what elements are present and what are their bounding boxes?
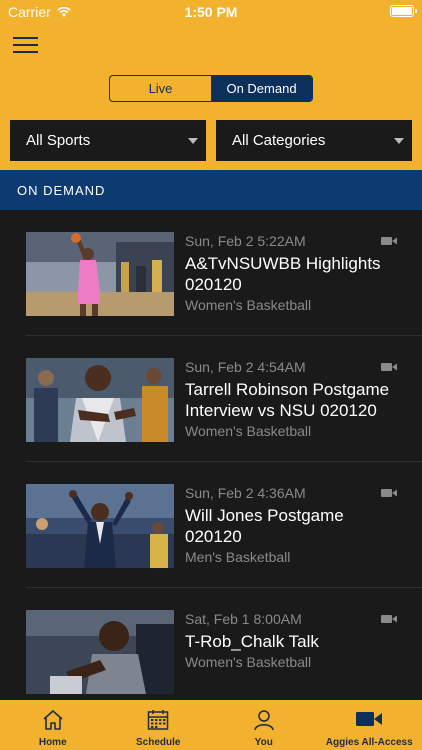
tab-label: Schedule <box>136 737 181 748</box>
live-on-demand-toggle: Live On Demand <box>109 75 313 102</box>
video-thumbnail <box>26 610 174 694</box>
tab-label: Aggies All-Access <box>325 737 413 748</box>
video-date: Sat, Feb 1 8:00AM <box>185 611 302 627</box>
sports-filter-value: All Sports <box>26 132 91 149</box>
caret-down-icon <box>394 138 404 144</box>
video-category: Women's Basketball <box>185 654 312 670</box>
person-icon <box>254 710 274 731</box>
video-title: Tarrell Robinson Postgame Interview vs N… <box>185 380 390 420</box>
video-category: Women's Basketball <box>185 423 312 439</box>
video-camera-icon <box>381 237 397 245</box>
tab-label: Home <box>38 737 67 748</box>
segment-live[interactable]: Live <box>110 76 211 101</box>
status-time: 1:50 PM <box>184 4 238 20</box>
section-title: ON DEMAND <box>17 182 106 198</box>
video-list-item[interactable]: Sun, Feb 2 5:22AM A&TvNSUWBB Highlights … <box>0 210 422 336</box>
calendar-icon <box>148 710 169 730</box>
caret-down-icon <box>188 138 198 144</box>
section-header: ON DEMAND <box>0 170 422 210</box>
video-camera-icon <box>381 363 397 371</box>
video-date: Sun, Feb 2 4:54AM <box>185 359 306 375</box>
tab-bar: Home Schedule You Aggies All-Access <box>0 700 422 750</box>
video-camera-icon <box>381 489 397 497</box>
video-title: A&TvNSUWBB Highlights 020120 <box>185 254 381 294</box>
tab-schedule[interactable]: Schedule <box>106 700 212 750</box>
video-list-item[interactable]: Sun, Feb 2 4:54AM Tarrell Robinson Postg… <box>0 336 422 462</box>
status-bar: Carrier 1:50 PM <box>0 0 422 24</box>
video-date: Sun, Feb 2 5:22AM <box>185 233 306 249</box>
tab-label: You <box>254 737 273 748</box>
video-thumbnail <box>26 484 174 568</box>
video-list-item[interactable]: Sat, Feb 1 8:00AM T-Rob_Chalk Talk Women… <box>0 588 422 700</box>
video-category: Men's Basketball <box>185 549 291 565</box>
home-icon <box>43 710 63 730</box>
sports-filter-dropdown[interactable]: All Sports <box>10 120 206 161</box>
battery-icon <box>390 5 417 17</box>
video-thumbnail <box>26 232 174 316</box>
video-camera-icon <box>356 712 383 726</box>
categories-filter-value: All Categories <box>232 132 326 149</box>
header: Live On Demand All Sports All Categories <box>0 24 422 170</box>
hamburger-menu-icon[interactable] <box>13 36 39 54</box>
segment-on-demand[interactable]: On Demand <box>211 76 312 101</box>
categories-filter-dropdown[interactable]: All Categories <box>216 120 412 161</box>
tab-aggies-all-access[interactable]: Aggies All-Access <box>317 700 422 750</box>
tab-you[interactable]: You <box>211 700 317 750</box>
tab-home[interactable]: Home <box>0 700 106 750</box>
video-list: Sun, Feb 2 5:22AM A&TvNSUWBB Highlights … <box>0 210 422 700</box>
video-date: Sun, Feb 2 4:36AM <box>185 485 306 501</box>
video-title: T-Rob_Chalk Talk <box>185 632 319 651</box>
video-category: Women's Basketball <box>185 297 312 313</box>
video-title: Will Jones Postgame 020120 <box>185 506 344 546</box>
video-thumbnail <box>26 358 174 442</box>
video-camera-icon <box>381 615 397 623</box>
video-list-item[interactable]: Sun, Feb 2 4:36AM Will Jones Postgame 02… <box>0 462 422 588</box>
